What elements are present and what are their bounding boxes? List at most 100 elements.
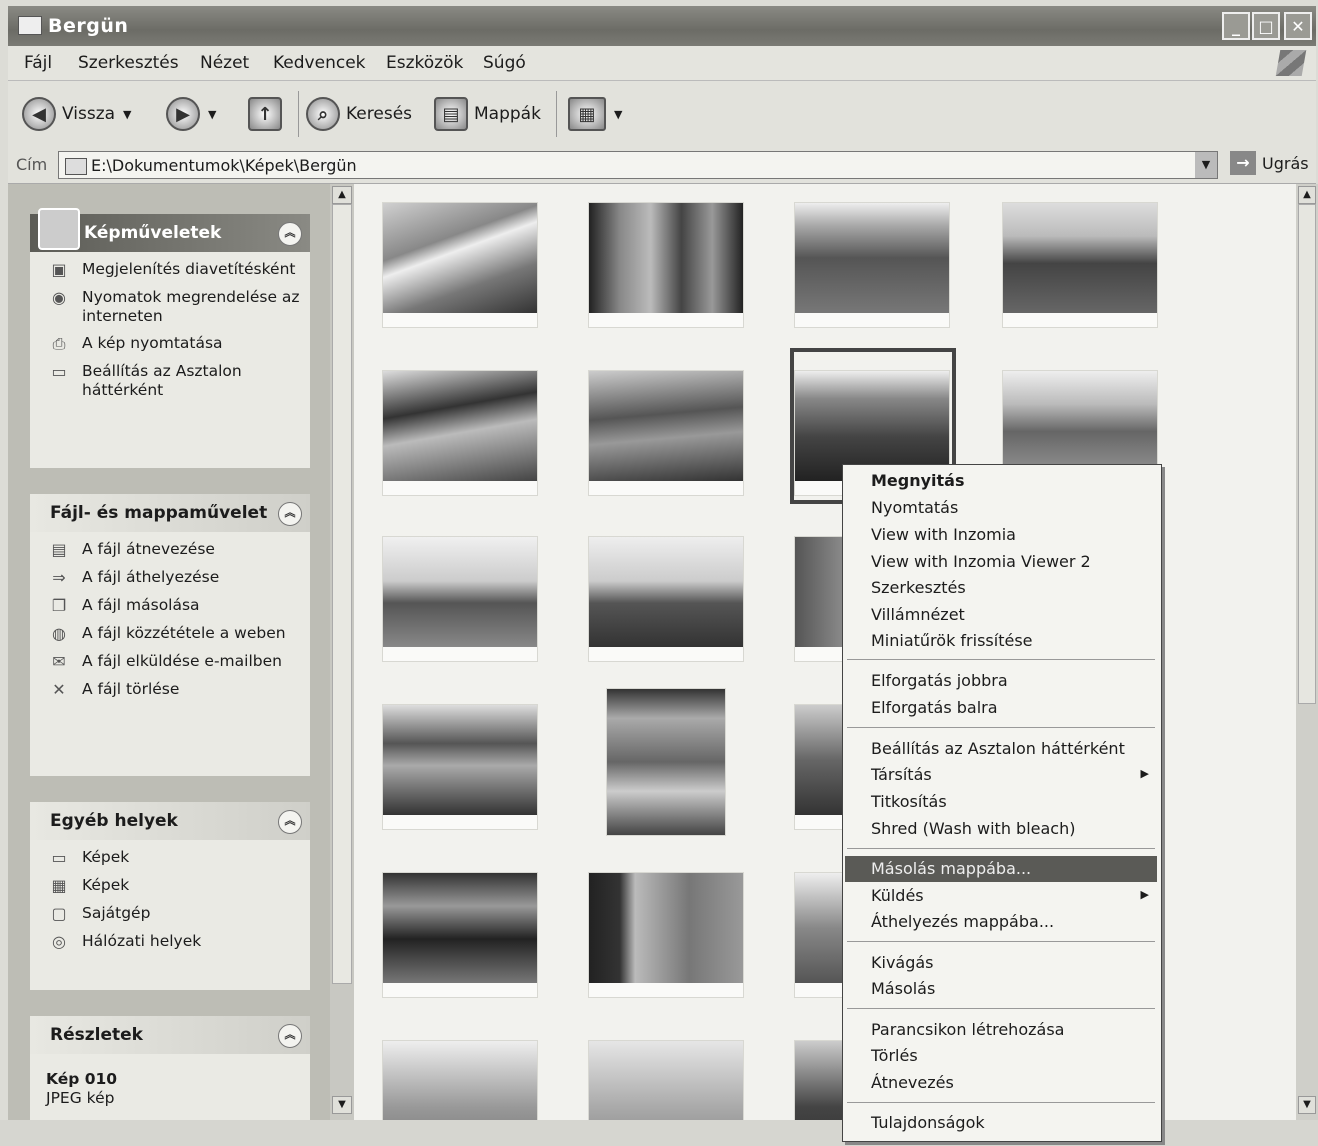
thumbnail[interactable] [588, 872, 744, 998]
panel-title: Fájl- és mappaművelet [50, 503, 268, 523]
ctx-copy-to-folder[interactable]: Másolás mappába... [871, 859, 1031, 878]
back-button[interactable]: ◀ Vissza ▼ [22, 81, 132, 147]
collapse-icon[interactable]: ︽ [278, 810, 302, 834]
collapse-icon[interactable]: ︽ [278, 502, 302, 526]
ctx-refresh-thumbnails[interactable]: Miniatűrök frissítése [871, 631, 1033, 650]
ctx-properties[interactable]: Tulajdonságok [871, 1113, 985, 1132]
thumbnail[interactable] [382, 202, 538, 328]
ctx-rotate-right[interactable]: Elforgatás jobbra [871, 671, 1008, 690]
menu-edit[interactable]: Szerkesztés [78, 53, 179, 73]
thumbnail[interactable] [1002, 202, 1158, 328]
go-button[interactable]: → Ugrás [1230, 151, 1309, 175]
item-label: A kép nyomtatása [82, 334, 223, 352]
forward-button[interactable]: ▶ ▼ [166, 81, 216, 147]
ctx-create-shortcut[interactable]: Parancsikon létrehozása [871, 1020, 1064, 1039]
scroll-up-icon[interactable]: ▲ [332, 186, 352, 204]
ctx-open[interactable]: Megnyitás [871, 471, 965, 490]
rename-file-link[interactable]: ▤ A fájl átnevezése [46, 540, 300, 560]
other-places-header[interactable]: Egyéb helyek ︽ [30, 802, 310, 840]
ctx-rename[interactable]: Átnevezés [871, 1073, 954, 1092]
minimize-button[interactable]: _ [1222, 12, 1250, 40]
file-tasks-header[interactable]: Fájl- és mappaművelet ︽ [30, 494, 310, 532]
thumbnail[interactable] [588, 536, 744, 662]
thumbnail[interactable] [588, 370, 744, 496]
item-label: A fájl átnevezése [82, 540, 215, 558]
print-picture-link[interactable]: ⎙ A kép nyomtatása [46, 334, 300, 354]
thumbnail[interactable] [606, 688, 726, 836]
place-link[interactable]: ▭ Képek [46, 848, 300, 868]
move-file-link[interactable]: ⇒ A fájl áthelyezése [46, 568, 300, 588]
details-header[interactable]: Részletek ︽ [30, 1016, 310, 1054]
scroll-down-icon[interactable]: ▼ [1298, 1096, 1316, 1114]
menu-file[interactable]: Fájl [24, 53, 52, 73]
thumbnail[interactable] [588, 1040, 744, 1120]
thumbnail-image [383, 203, 537, 313]
chevron-down-icon[interactable]: ▼ [123, 108, 131, 121]
menu-favorites[interactable]: Kedvencek [273, 53, 366, 73]
set-background-link[interactable]: ▭ Beállítás az Asztalon háttérként [46, 362, 300, 400]
collapse-icon[interactable]: ︽ [278, 1024, 302, 1048]
close-button[interactable]: ✕ [1284, 12, 1312, 40]
details-panel: Részletek ︽ Kép 010 JPEG kép [30, 1016, 310, 1120]
order-prints-link[interactable]: ◉ Nyomatok megrendelése az interneten [46, 288, 300, 326]
thumbnail-image [383, 1041, 537, 1120]
copy-file-link[interactable]: ❐ A fájl másolása [46, 596, 300, 616]
ctx-delete[interactable]: Törlés [871, 1046, 918, 1065]
place-link[interactable]: ▢ Sajátgép [46, 904, 300, 924]
folders-button[interactable]: ▤ Mappák [434, 81, 541, 147]
ctx-copy[interactable]: Másolás [871, 979, 935, 998]
menu-tools[interactable]: Eszközök [386, 53, 463, 73]
ctx-view-inzomia-2[interactable]: View with Inzomia Viewer 2 [871, 552, 1091, 571]
thumbnail[interactable] [794, 202, 950, 328]
ctx-cut[interactable]: Kivágás [871, 953, 934, 972]
views-button[interactable]: ▦ ▼ [568, 81, 622, 147]
ctx-open-with[interactable]: Társítás [871, 765, 932, 784]
menu-help[interactable]: Súgó [483, 53, 526, 73]
ctx-encrypt[interactable]: Titkosítás [871, 792, 947, 811]
thumbnail[interactable] [588, 202, 744, 328]
ctx-move-to-folder[interactable]: Áthelyezés mappába... [871, 912, 1054, 931]
chevron-down-icon[interactable]: ▼ [614, 108, 622, 121]
item-label: A fájl elküldése e-mailben [82, 652, 282, 670]
menu-separator [847, 727, 1155, 728]
scroll-up-icon[interactable]: ▲ [1298, 186, 1316, 204]
scroll-thumb[interactable] [332, 204, 352, 984]
ctx-preview[interactable]: Villámnézet [871, 605, 965, 624]
thumbnail[interactable] [382, 370, 538, 496]
email-file-link[interactable]: ✉ A fájl elküldése e-mailben [46, 652, 300, 672]
menu-view[interactable]: Nézet [200, 53, 249, 73]
ctx-view-inzomia[interactable]: View with Inzomia [871, 525, 1016, 544]
place-link[interactable]: ◎ Hálózati helyek [46, 932, 300, 952]
ctx-rotate-left[interactable]: Elforgatás balra [871, 698, 998, 717]
ctx-shred[interactable]: Shred (Wash with bleach) [871, 819, 1075, 838]
up-folder-button[interactable]: ↑ [248, 81, 282, 147]
collapse-icon[interactable]: ︽ [278, 222, 302, 246]
maximize-button[interactable]: □ [1252, 12, 1280, 40]
delete-file-link[interactable]: ✕ A fájl törlése [46, 680, 300, 700]
menu-bar: Fájl Szerkesztés Nézet Kedvencek Eszközö… [8, 46, 1316, 80]
image-tasks-header[interactable]: Képműveletek ︽ [30, 208, 310, 252]
thumbnail[interactable] [382, 872, 538, 998]
publish-web-link[interactable]: ◍ A fájl közzététele a weben [46, 624, 300, 644]
address-input[interactable]: E:\Dokumentumok\Képek\Bergün ▼ [58, 151, 1218, 179]
ctx-set-background[interactable]: Beállítás az Asztalon háttérként [871, 739, 1125, 758]
thumbnail[interactable] [382, 1040, 538, 1120]
thumbnail[interactable] [382, 536, 538, 662]
ctx-edit[interactable]: Szerkesztés [871, 578, 966, 597]
slideshow-link[interactable]: ▣ Megjelenítés diavetítésként [46, 260, 300, 280]
task-pane-scrollbar[interactable]: ▲ ▼ [330, 184, 354, 1120]
chevron-down-icon[interactable]: ▼ [208, 108, 216, 121]
content-scrollbar[interactable]: ▲ ▼ [1296, 184, 1318, 1120]
ctx-send-to[interactable]: Küldés [871, 886, 924, 905]
ctx-print[interactable]: Nyomtatás [871, 498, 958, 517]
search-button[interactable]: ⌕ Keresés [306, 81, 412, 147]
scroll-down-icon[interactable]: ▼ [332, 1096, 352, 1114]
slideshow-icon: ▣ [51, 260, 67, 279]
thumbnail[interactable] [382, 704, 538, 830]
scroll-thumb[interactable] [1298, 204, 1316, 704]
chevron-down-icon[interactable]: ▼ [1195, 152, 1217, 178]
item-label: A fájl törlése [82, 680, 180, 698]
computer-icon: ▢ [51, 904, 67, 923]
menu-separator [847, 659, 1155, 660]
place-link[interactable]: ▦ Képek [46, 876, 300, 896]
